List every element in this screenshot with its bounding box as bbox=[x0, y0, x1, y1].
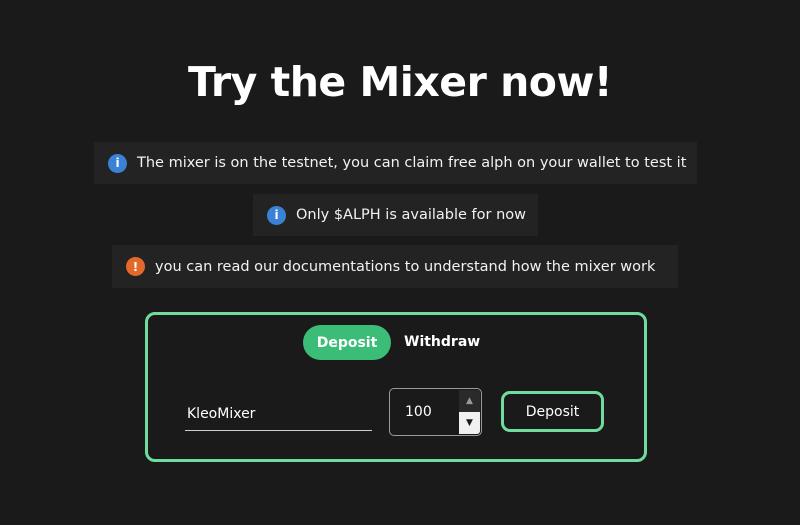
warning-icon: ! bbox=[126, 257, 145, 276]
stepper-down-icon[interactable]: ▼ bbox=[459, 412, 480, 434]
info-icon: i bbox=[108, 153, 127, 173]
alph-only-notice: i Only $ALPH is available for now bbox=[253, 194, 538, 236]
stepper-up-icon[interactable]: ▲ bbox=[459, 390, 480, 412]
tab-withdraw[interactable]: Withdraw bbox=[398, 325, 486, 360]
mixer-panel: Deposit Withdraw KleoMixer 100 ▲ ▼ Depos… bbox=[145, 312, 647, 462]
notice-text: you can read our documentations to under… bbox=[155, 258, 656, 275]
stepper-buttons: ▲ ▼ bbox=[459, 390, 480, 434]
page: Try the Mixer now! i The mixer is on the… bbox=[0, 0, 800, 525]
testnet-notice: i The mixer is on the testnet, you can c… bbox=[94, 142, 697, 184]
amount-stepper[interactable]: 100 ▲ ▼ bbox=[389, 388, 482, 436]
name-input[interactable]: KleoMixer bbox=[185, 399, 372, 431]
notice-text: Only $ALPH is available for now bbox=[296, 207, 527, 223]
amount-value: 100 bbox=[405, 404, 432, 420]
documentation-notice: ! you can read our documentations to und… bbox=[112, 245, 678, 288]
info-icon: i bbox=[267, 205, 286, 225]
tab-deposit[interactable]: Deposit bbox=[303, 325, 391, 360]
deposit-button[interactable]: Deposit bbox=[501, 391, 604, 432]
notice-text: The mixer is on the testnet, you can cla… bbox=[137, 155, 687, 171]
page-title: Try the Mixer now! bbox=[187, 58, 613, 106]
